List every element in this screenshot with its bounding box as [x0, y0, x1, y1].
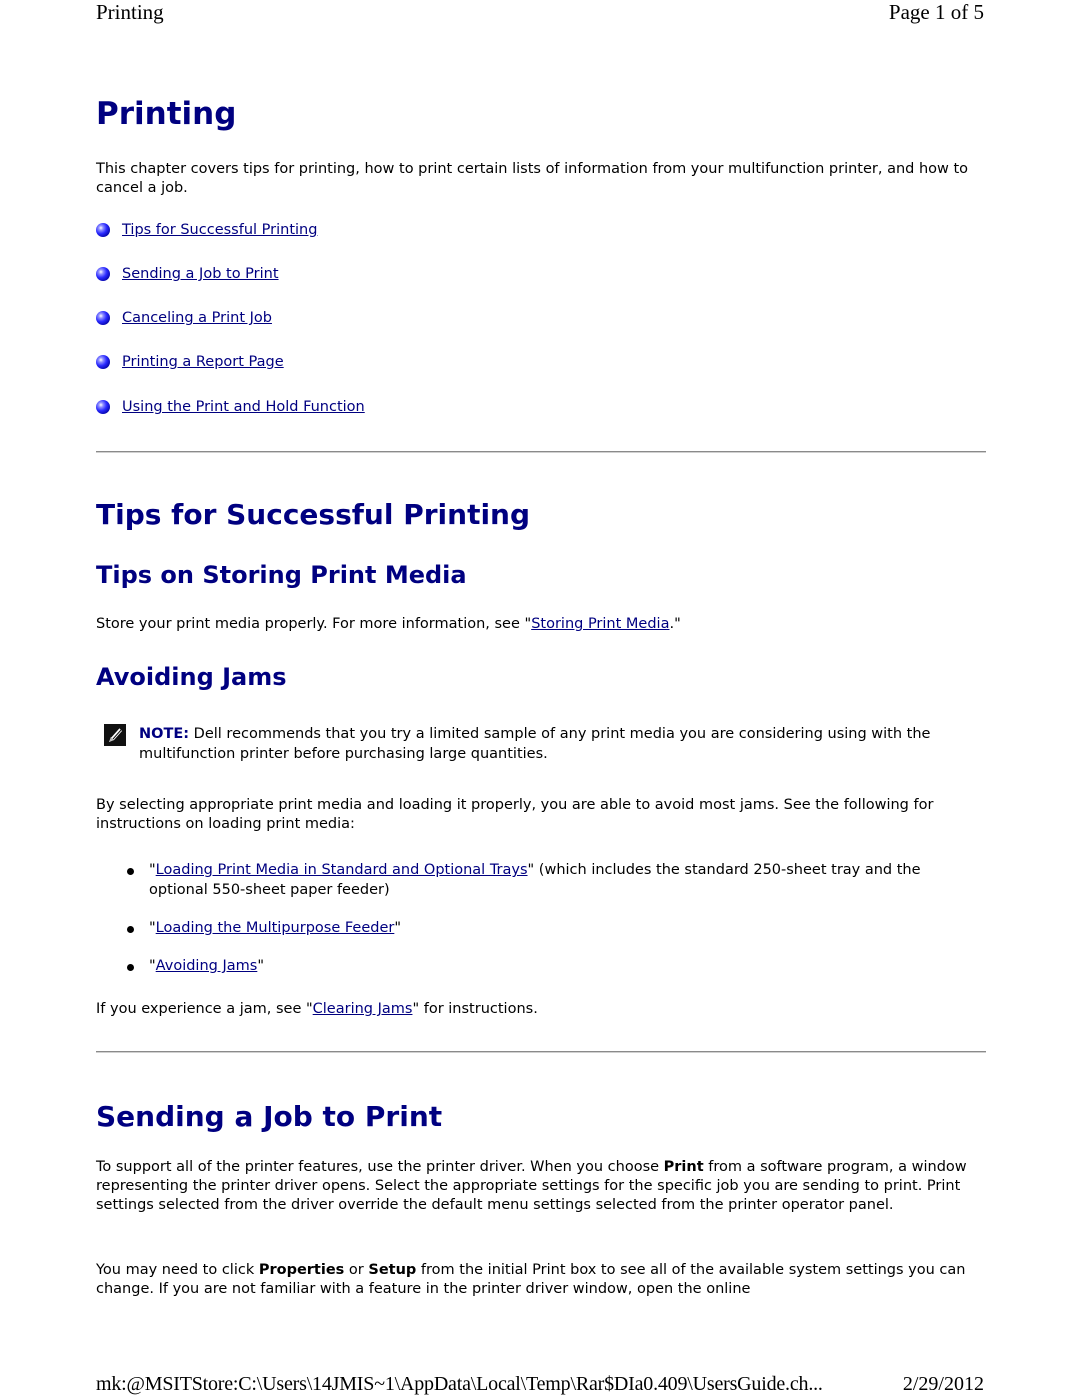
clearing-jams-link[interactable]: Clearing Jams [313, 1001, 413, 1017]
jams-paragraph: By selecting appropriate print media and… [96, 797, 934, 832]
note-label: NOTE: [139, 726, 190, 742]
section-title-tips: Tips for Successful Printing [96, 498, 531, 531]
multipurpose-feeder-link[interactable]: Loading the Multipurpose Feeder [156, 920, 395, 936]
clearing-jams-paragraph: If you experience a jam, see "Clearing J… [96, 1000, 986, 1019]
list-item-text: "Loading Print Media in Standard and Opt… [149, 860, 979, 900]
section-divider [96, 1051, 986, 1053]
bold-properties: Properties [258, 1262, 345, 1278]
pencil-note-icon [104, 724, 126, 746]
toc-link-sending[interactable]: Sending a Job to Print [122, 266, 279, 282]
header-title: Printing [96, 0, 164, 24]
blue-orb-bullet-icon [96, 400, 110, 414]
quote: " [257, 958, 264, 974]
loading-trays-link[interactable]: Loading Print Media in Standard and Opti… [156, 862, 528, 878]
text: To support all of the printer features, … [96, 1159, 664, 1175]
toc-link-report-page[interactable]: Printing a Report Page [122, 354, 284, 370]
storing-text-end: ." [669, 616, 681, 632]
sending-paragraph-2: You may need to click Properties or Setu… [96, 1261, 986, 1299]
storing-paragraph: Store your print media properly. For mor… [96, 615, 986, 634]
page-footer: mk:@MSITStore:C:\Users\14JMIS~1\AppData\… [96, 1373, 984, 1396]
text: or [344, 1262, 369, 1278]
bold-setup: Setup [368, 1262, 417, 1278]
storing-print-media-link[interactable]: Storing Print Media [531, 616, 669, 632]
note-text: NOTE: Dell recommends that you try a lim… [139, 724, 959, 764]
storing-text: Store your print media properly. For mor… [96, 616, 532, 632]
footer-date: 2/29/2012 [902, 1373, 984, 1395]
bold-print: Print [663, 1159, 704, 1175]
sending-paragraph-1: To support all of the printer features, … [96, 1158, 986, 1215]
subsection-title-jams: Avoiding Jams [96, 663, 287, 691]
toc-link-tips[interactable]: Tips for Successful Printing [122, 222, 317, 238]
quote: " [149, 862, 156, 878]
page-title: Printing [96, 96, 237, 132]
quote: " [149, 958, 156, 974]
list-item-text: "Loading the Multipurpose Feeder" [149, 918, 979, 938]
blue-orb-bullet-icon [96, 267, 110, 281]
blue-orb-bullet-icon [96, 223, 110, 237]
closing-text-end: " for instructions. [412, 1001, 538, 1017]
blue-orb-bullet-icon [96, 311, 110, 325]
section-divider [96, 451, 986, 453]
text: You may need to click [96, 1262, 259, 1278]
section-title-sending: Sending a Job to Print [96, 1100, 443, 1133]
intro-paragraph: This chapter covers tips for printing, h… [96, 161, 969, 196]
closing-text: If you experience a jam, see " [96, 1001, 313, 1017]
blue-orb-bullet-icon [96, 355, 110, 369]
note-body: Dell recommends that you try a limited s… [139, 726, 931, 762]
avoiding-jams-link[interactable]: Avoiding Jams [156, 958, 258, 974]
page-indicator: Page 1 of 5 [888, 0, 984, 24]
toc-link-print-hold[interactable]: Using the Print and Hold Function [122, 399, 365, 415]
footer-address: mk:@MSITStore:C:\Users\14JMIS~1\AppData\… [96, 1373, 823, 1395]
list-item-text: "Avoiding Jams" [149, 956, 979, 976]
quote: " [394, 920, 401, 936]
page-header: Printing Page 1 of 5 [96, 0, 984, 25]
bullet-dot-icon [127, 964, 134, 971]
subsection-title-storing: Tips on Storing Print Media [96, 561, 467, 589]
quote: " [149, 920, 156, 936]
bullet-dot-icon [127, 868, 134, 875]
bullet-dot-icon [127, 926, 134, 933]
toc-link-canceling[interactable]: Canceling a Print Job [122, 310, 272, 326]
